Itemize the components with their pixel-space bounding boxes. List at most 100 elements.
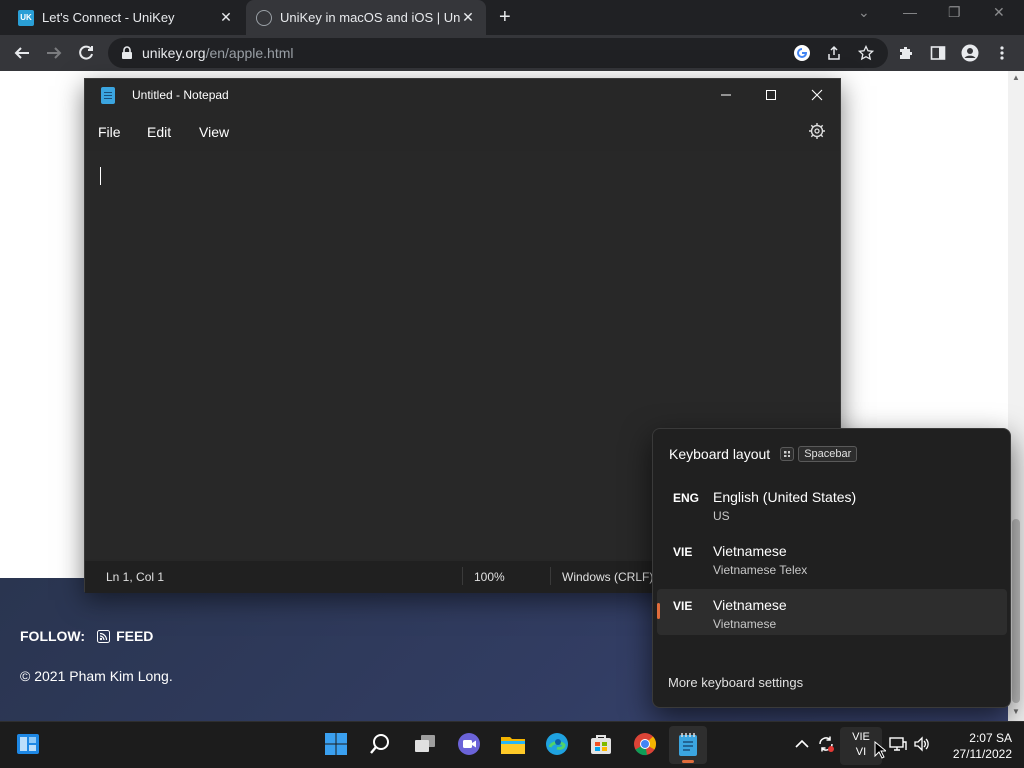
layout-code: VIE [673,599,693,613]
clock-time: 2:07 SA [969,731,1012,745]
scroll-up-icon[interactable]: ▲ [1012,73,1020,82]
share-icon[interactable] [824,43,844,63]
status-divider [550,567,551,585]
keyboard-layout-flyout: Keyboard layout Spacebar ENG English (Un… [652,428,1011,708]
widgets-button[interactable] [15,731,41,757]
status-line-ending: Windows (CRLF) [562,570,654,584]
back-button[interactable] [10,41,34,65]
layout-language: English (United States) [713,489,857,505]
feed-link[interactable]: FEED [97,628,153,644]
sync-tray-button[interactable] [817,735,835,753]
status-divider [462,567,463,585]
tab-title: UniKey in macOS and iOS | UniK [280,10,460,25]
copyright: © 2021 Pham Kim Long. [20,668,173,684]
layout-code: VIE [673,545,693,559]
minimize-icon[interactable]: — [903,4,917,20]
task-view-button[interactable] [412,731,438,757]
close-icon[interactable]: ✕ [993,4,1005,21]
notepad-titlebar[interactable]: Untitled - Notepad [85,79,840,111]
file-explorer-button[interactable] [500,731,526,757]
follow-row: FOLLOW: FEED [20,628,153,644]
arrow-right-icon [47,47,62,59]
volume-tray-button[interactable] [913,735,931,753]
clock-date: 27/11/2022 [952,747,1012,761]
show-hidden-icons-button[interactable] [793,735,811,753]
side-panel-icon[interactable] [928,43,948,63]
tab-close-icon[interactable]: ✕ [218,9,234,26]
chrome-icon [634,733,656,756]
keyboard-layout-item-vie-vietnamese[interactable]: VIE Vietnamese Vietnamese [657,589,1007,635]
start-button[interactable] [323,731,349,757]
taskbar: VIE VI 2:07 SA 27/11/2022 [0,721,1024,768]
edge-icon [546,733,568,755]
mouse-pointer-icon [874,741,886,759]
task-view-icon [415,735,435,752]
browser-tabstrip: UK Let's Connect - UniKey ✕ UniKey in ma… [0,0,1024,35]
keyboard-layout-item-vie-telex[interactable]: VIE Vietnamese Vietnamese Telex [657,539,1007,585]
spacebar-key: Spacebar [798,446,858,462]
edge-button[interactable] [544,731,570,757]
start-icon [325,733,347,755]
browser-tab-unikey-apple[interactable]: UniKey in macOS and iOS | UniK ✕ [246,0,486,35]
reload-button[interactable] [74,41,98,65]
chevron-up-icon [795,739,809,748]
chrome-button[interactable] [632,731,658,757]
url-host: unikey.org [142,45,206,61]
globe-icon [256,9,272,26]
windows-key-icon [780,447,795,461]
extensions-icon[interactable] [896,43,916,63]
close-icon [811,89,823,101]
store-button[interactable] [588,731,614,757]
status-zoom: 100% [474,570,505,584]
new-tab-button[interactable]: + [499,6,511,28]
menu-edit[interactable]: Edit [147,124,171,140]
text-caret [100,167,101,185]
menu-file[interactable]: File [98,124,121,140]
profile-icon[interactable] [960,43,980,63]
lock-icon[interactable] [120,46,134,60]
search-icon [370,734,389,754]
menu-view[interactable]: View [199,124,229,140]
reload-icon [79,45,93,60]
sync-icon [819,736,834,752]
chrome-menu-icon[interactable] [992,43,1012,63]
chat-button[interactable] [456,731,482,757]
search-button[interactable] [367,731,393,757]
chat-icon [458,733,480,755]
status-cursor-position: Ln 1, Col 1 [106,570,165,584]
keyboard-layout-item-eng-us[interactable]: ENG English (United States) US [657,485,1007,531]
bookmark-star-icon[interactable] [856,43,876,63]
forward-button[interactable] [42,41,66,65]
google-lens-icon[interactable] [792,43,812,63]
url-path: /en/apple.html [205,45,294,61]
scroll-thumb[interactable] [1012,519,1020,703]
active-indicator [682,760,694,763]
network-tray-button[interactable] [889,735,907,753]
notepad-title: Untitled - Notepad [132,88,229,102]
notepad-close-button[interactable] [797,83,837,107]
layout-code: ENG [673,491,700,505]
notepad-taskbar-button[interactable] [669,726,707,764]
widgets-icon [17,734,39,754]
rss-icon [97,629,111,643]
notepad-minimize-button[interactable] [706,83,746,107]
store-icon [591,735,611,754]
system-clock[interactable]: 2:07 SA 27/11/2022 [940,730,1012,762]
browser-tab-lets-connect[interactable]: UK Let's Connect - UniKey ✕ [8,0,244,35]
keyboard-layout-header: Keyboard layout Spacebar [669,446,858,462]
layout-name: US [713,509,730,523]
settings-gear-icon[interactable] [808,122,826,140]
minimize-icon [721,94,731,96]
scroll-down-icon[interactable]: ▼ [1012,707,1020,716]
address-bar[interactable]: unikey.org/en/apple.html [108,38,888,68]
notepad-maximize-button[interactable] [751,83,791,107]
restore-icon[interactable]: ❐ [948,4,961,21]
unikey-favicon: UK [18,9,34,26]
maximize-icon [766,90,776,100]
layout-name: Vietnamese Telex [713,563,808,577]
layout-language: Vietnamese [713,597,787,613]
tab-search-icon[interactable]: ⌄ [858,4,870,21]
tab-close-icon[interactable]: ✕ [460,9,476,26]
more-keyboard-settings-link[interactable]: More keyboard settings [668,675,803,690]
notepad-menubar: File Edit View [85,115,840,151]
